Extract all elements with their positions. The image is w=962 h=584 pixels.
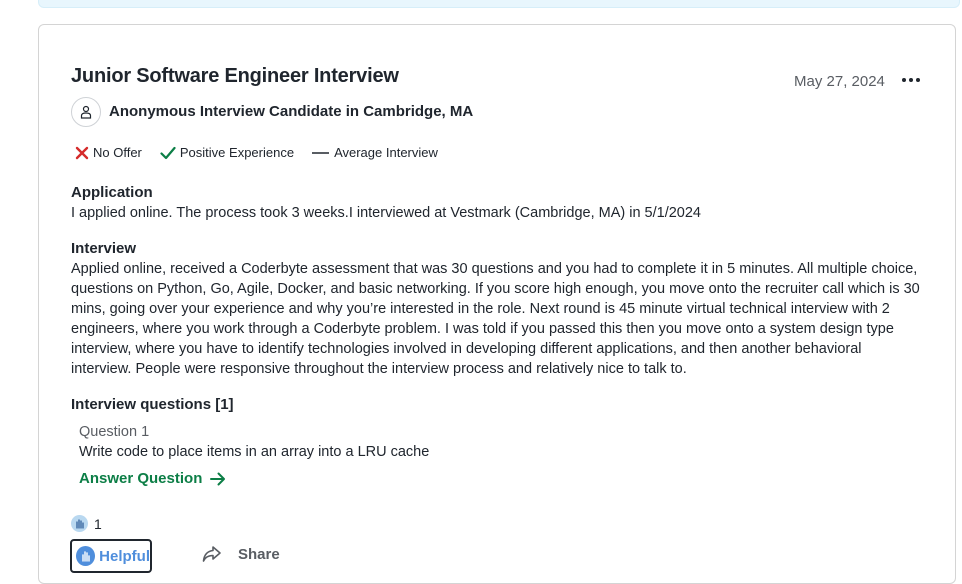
question-label: Question 1 xyxy=(79,424,150,440)
interview-questions-heading: Interview questions [1] xyxy=(71,396,234,413)
review-card: Junior Software Engineer Interview May 2… xyxy=(38,24,956,584)
share-button[interactable]: Share xyxy=(202,545,280,563)
application-heading: Application xyxy=(71,184,153,201)
check-icon xyxy=(160,146,176,159)
rating-label: Positive Experience xyxy=(179,145,295,160)
rating-experience: Positive Experience xyxy=(160,145,294,160)
review-date: May 27, 2024 xyxy=(794,73,885,90)
helpful-label: Helpful xyxy=(99,547,150,565)
user-icon xyxy=(80,105,92,119)
reaction-summary: 1 xyxy=(71,515,102,532)
question-text: Write code to place items in an array in… xyxy=(79,444,430,460)
helpful-hand-icon xyxy=(71,515,88,532)
review-title: Junior Software Engineer Interview xyxy=(71,65,399,87)
more-options-icon[interactable] xyxy=(899,68,923,92)
rating-offer: No Offer xyxy=(75,145,142,160)
answer-question-link[interactable]: Answer Question xyxy=(79,470,226,487)
rating-list: No Offer Positive Experience Average Int… xyxy=(75,145,456,160)
x-icon xyxy=(75,146,89,159)
rating-difficulty: Average Interview xyxy=(312,145,438,160)
arrow-right-icon xyxy=(210,472,226,485)
top-banner xyxy=(38,0,960,8)
reaction-count: 1 xyxy=(94,515,102,532)
author-name: Anonymous Interview Candidate in Cambrid… xyxy=(109,103,474,120)
avatar xyxy=(71,97,101,127)
answer-question-label: Answer Question xyxy=(79,470,203,487)
dash-icon xyxy=(312,151,330,154)
helpful-button[interactable]: Helpful xyxy=(70,539,152,573)
rating-label: No Offer xyxy=(93,145,142,160)
hand-icon xyxy=(76,546,96,566)
application-text: I applied online. The process took 3 wee… xyxy=(71,205,701,221)
interview-text: Applied online, received a Coderbyte ass… xyxy=(71,261,920,377)
interview-heading: Interview xyxy=(71,240,137,257)
rating-label: Average Interview xyxy=(334,145,438,160)
share-icon xyxy=(202,546,221,562)
share-label: Share xyxy=(238,545,280,563)
